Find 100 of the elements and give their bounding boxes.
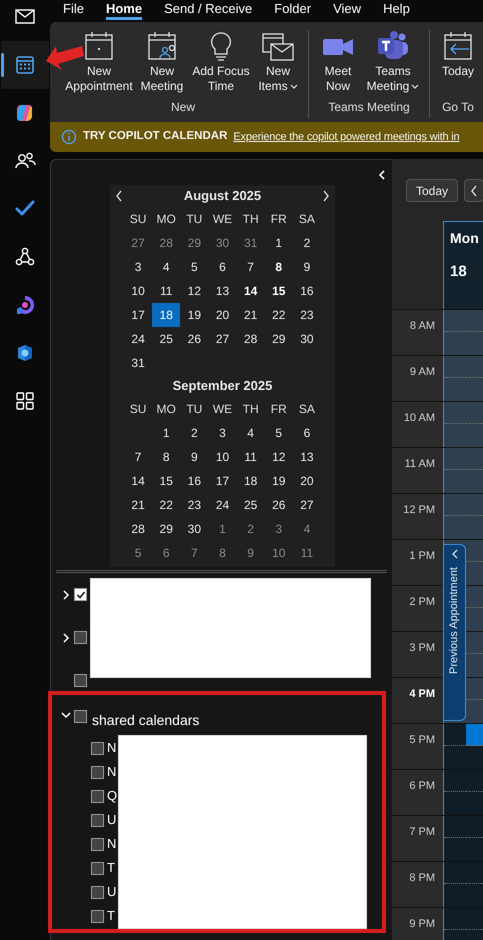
calendar-day[interactable]: 26 [180, 327, 208, 351]
calendar-day[interactable]: 14 [124, 469, 152, 493]
calendar-day[interactable]: 31 [124, 351, 152, 375]
calendar-day[interactable]: 12 [180, 279, 208, 303]
calendar-day[interactable]: 9 [180, 445, 208, 469]
calendar-day[interactable]: 29 [264, 327, 293, 351]
calendar-day[interactable]: 27 [292, 493, 321, 517]
calendar-day[interactable]: 7 [124, 445, 152, 469]
checkbox[interactable] [91, 910, 104, 922]
menu-tab[interactable]: Send / Receive [164, 0, 252, 20]
previous-appointment-tab[interactable]: Previous Appointment [443, 544, 466, 721]
calendar-day[interactable]: 3 [264, 517, 293, 541]
checkbox[interactable] [91, 766, 104, 778]
calendar-day[interactable]: 2 [180, 421, 208, 445]
calendar-day[interactable]: 28 [236, 327, 265, 351]
calendar-day[interactable]: 6 [152, 541, 180, 565]
calendar-day[interactable]: 11 [292, 541, 321, 565]
calendar-day[interactable]: 9 [292, 255, 321, 279]
calendar-day[interactable]: 7 [180, 541, 208, 565]
checkbox[interactable] [91, 742, 104, 754]
ribbon-button[interactable]: New Appointment [64, 30, 134, 94]
checkbox[interactable] [74, 588, 87, 601]
calendar-day[interactable]: 21 [124, 493, 152, 517]
calendar-day[interactable]: 4 [152, 255, 180, 279]
calendar-day[interactable]: 18 [236, 469, 265, 493]
calendar-day[interactable]: 5 [124, 541, 152, 565]
calendar-day[interactable]: 10 [124, 279, 152, 303]
calendar-day[interactable]: 10 [208, 445, 237, 469]
menu-tab[interactable]: File [63, 0, 84, 20]
checkbox[interactable] [91, 790, 104, 802]
calendar-day[interactable]: 19 [180, 303, 208, 327]
calendar-day[interactable]: 4 [236, 421, 265, 445]
calendar-day[interactable]: 17 [124, 303, 152, 327]
previous-day-button[interactable] [464, 179, 483, 202]
calendar-day[interactable]: 31 [236, 231, 265, 255]
calendar-day[interactable]: 15 [152, 469, 180, 493]
ribbon-button[interactable]: Meet Now [315, 30, 361, 94]
calendar-day[interactable]: 28 [124, 517, 152, 541]
calendar-day[interactable]: 1 [264, 231, 293, 255]
ribbon-button[interactable]: New Items [254, 30, 302, 94]
calendar-day[interactable]: 16 [292, 279, 321, 303]
calendar-day[interactable]: 29 [152, 517, 180, 541]
calendar-day[interactable]: 16 [180, 469, 208, 493]
calendar-day[interactable]: 3 [124, 255, 152, 279]
calendar-day[interactable]: 5 [264, 421, 293, 445]
calendar-day[interactable]: 9 [236, 541, 265, 565]
calendar-day[interactable]: 17 [208, 469, 237, 493]
checkbox[interactable] [91, 886, 104, 898]
ribbon-button[interactable]: New Meeting [136, 30, 188, 94]
calendar-day[interactable]: 11 [236, 445, 265, 469]
calendar-day[interactable]: 20 [208, 303, 237, 327]
calendar-day[interactable]: 6 [208, 255, 237, 279]
calendar-day[interactable]: 10 [264, 541, 293, 565]
calendar-day[interactable]: 12 [264, 445, 293, 469]
calendar-day[interactable]: 19 [264, 469, 293, 493]
checkbox[interactable] [74, 710, 87, 723]
calendar-day[interactable]: 23 [180, 493, 208, 517]
checkbox[interactable] [91, 838, 104, 850]
calendar-day[interactable]: 4 [292, 517, 321, 541]
calendar-day[interactable]: 15 [264, 279, 293, 303]
menu-tab[interactable]: Help [383, 0, 410, 20]
calendar-day[interactable]: 30 [180, 517, 208, 541]
calendar-day[interactable]: 30 [292, 327, 321, 351]
ribbon-button[interactable]: Today [436, 30, 480, 79]
nav-button[interactable] [1, 41, 49, 89]
calendar-day[interactable]: 7 [236, 255, 265, 279]
calendar-day[interactable]: 21 [236, 303, 265, 327]
menu-tab[interactable]: View [333, 0, 362, 20]
calendar-day[interactable]: 8 [208, 541, 237, 565]
calendar-day[interactable]: 20 [292, 469, 321, 493]
calendar-day[interactable]: 13 [292, 445, 321, 469]
menu-tab[interactable]: Folder [274, 0, 312, 20]
calendar-day[interactable]: 2 [292, 231, 321, 255]
calendar-day[interactable]: 30 [208, 231, 237, 255]
calendar-day[interactable]: 3 [208, 421, 237, 445]
calendar-day[interactable]: 5 [180, 255, 208, 279]
calendar-day[interactable]: 27 [124, 231, 152, 255]
calendar-day[interactable]: 23 [292, 303, 321, 327]
ribbon-button[interactable]: Add Focus Time [190, 30, 252, 94]
calendar-day[interactable]: 27 [208, 327, 237, 351]
calendar-day[interactable]: 25 [152, 327, 180, 351]
calendar-day[interactable]: 28 [152, 231, 180, 255]
checkbox[interactable] [91, 862, 104, 874]
calendar-day[interactable]: 1 [152, 421, 180, 445]
calendar-day[interactable]: 24 [208, 493, 237, 517]
calendar-day[interactable]: 8 [264, 255, 293, 279]
calendar-day[interactable]: 2 [236, 517, 265, 541]
calendar-day[interactable]: 18 [152, 303, 180, 327]
checkbox[interactable] [91, 814, 104, 826]
calendar-day[interactable]: 22 [152, 493, 180, 517]
calendar-day[interactable]: 8 [152, 445, 180, 469]
calendar-day[interactable]: 24 [124, 327, 152, 351]
calendar-day[interactable]: 22 [264, 303, 293, 327]
calendar-day[interactable]: 1 [208, 517, 237, 541]
checkbox[interactable] [74, 674, 87, 687]
calendar-day[interactable]: 26 [264, 493, 293, 517]
calendar-day[interactable]: 6 [292, 421, 321, 445]
calendar-day[interactable]: 29 [180, 231, 208, 255]
checkbox[interactable] [74, 631, 87, 644]
calendar-day[interactable]: 25 [236, 493, 265, 517]
